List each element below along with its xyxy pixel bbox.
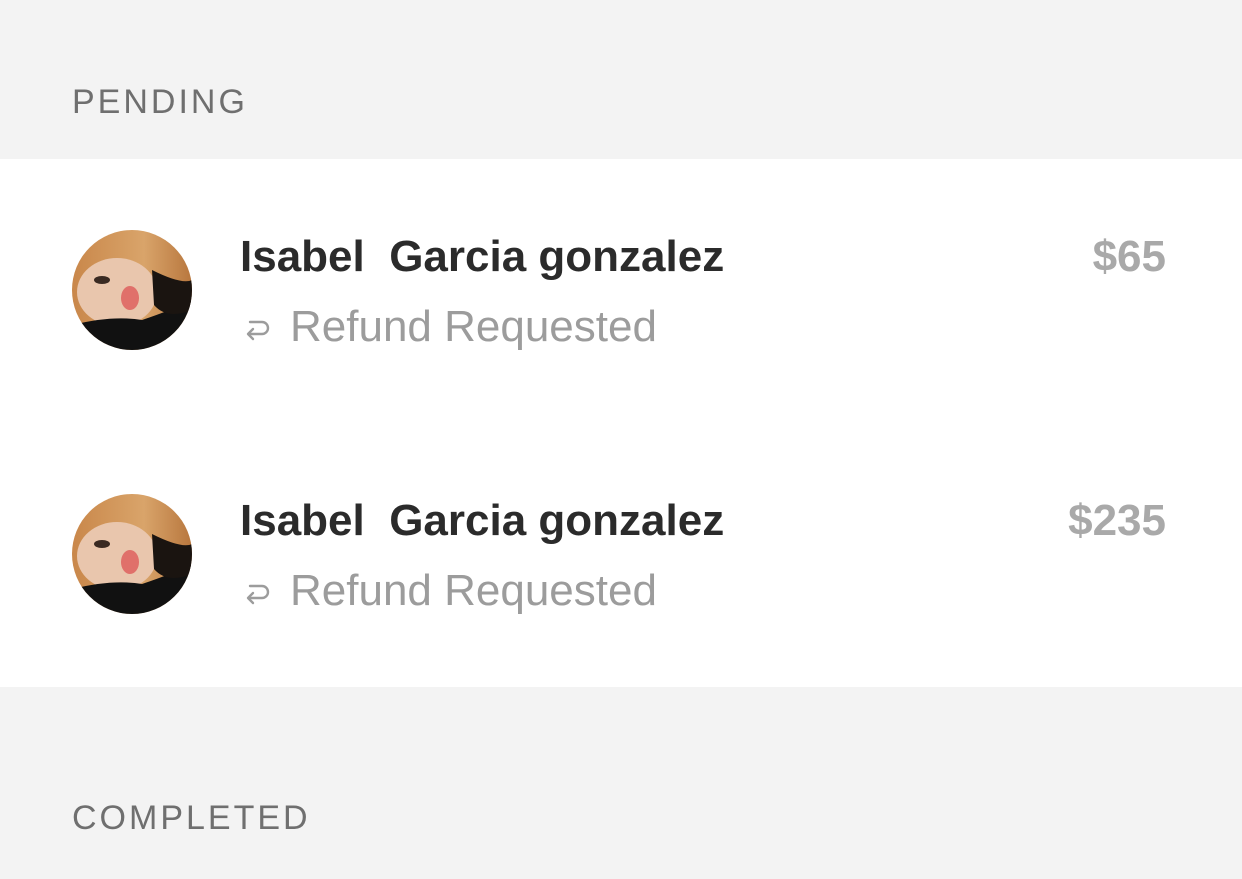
transaction-status: Refund Requested: [240, 301, 657, 353]
transaction-amount: $235: [1068, 496, 1166, 545]
completed-section-title: COMPLETED: [72, 799, 311, 837]
refund-return-icon: [246, 320, 270, 341]
transaction-row[interactable]: Isabel Garcia gonzalez Refund Requested …: [0, 199, 1242, 399]
transaction-status: Refund Requested: [240, 565, 657, 617]
pending-section-title: PENDING: [72, 83, 248, 121]
pending-section-header: PENDING: [0, 0, 1242, 159]
status-label: Refund Requested: [290, 302, 657, 351]
refund-return-icon: [246, 584, 270, 605]
completed-section-header: COMPLETED: [0, 687, 1242, 879]
pending-transactions-list: Isabel Garcia gonzalez Refund Requested …: [0, 159, 1242, 687]
transaction-row[interactable]: Isabel Garcia gonzalez Refund Requested …: [0, 463, 1242, 663]
transaction-amount: $65: [1092, 232, 1166, 281]
customer-name: Isabel Garcia gonzalez: [240, 496, 725, 545]
customer-name: Isabel Garcia gonzalez: [240, 232, 725, 281]
avatar: [72, 494, 192, 614]
status-label: Refund Requested: [290, 566, 657, 615]
avatar: [72, 230, 192, 350]
